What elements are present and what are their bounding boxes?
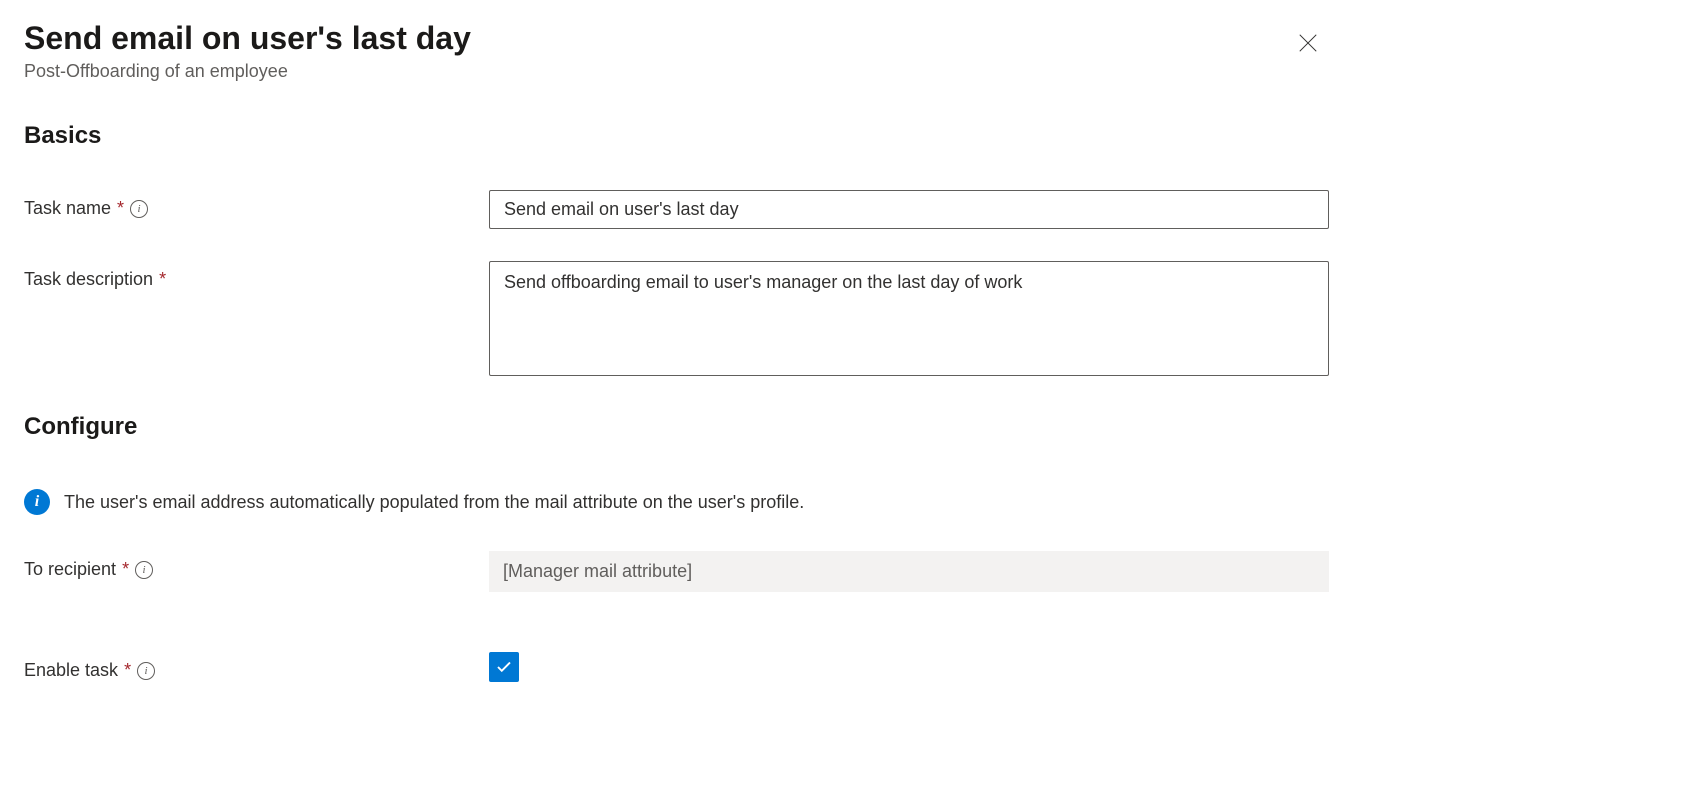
required-indicator: * — [124, 660, 131, 681]
page-title: Send email on user's last day — [24, 20, 1289, 57]
enable-task-checkbox[interactable] — [489, 652, 519, 682]
task-name-label: Task name — [24, 198, 111, 219]
close-button[interactable] — [1289, 24, 1327, 65]
to-recipient-label: To recipient — [24, 559, 116, 580]
page-subtitle: Post-Offboarding of an employee — [24, 61, 1289, 82]
task-description-input[interactable]: Send offboarding email to user's manager… — [489, 261, 1329, 376]
enable-task-label: Enable task — [24, 660, 118, 681]
close-icon — [1297, 32, 1319, 54]
required-indicator: * — [117, 198, 124, 219]
task-description-label: Task description — [24, 269, 153, 290]
to-recipient-input — [489, 551, 1329, 592]
task-name-input[interactable] — [489, 190, 1329, 229]
configure-heading: Configure — [24, 413, 1667, 441]
required-indicator: * — [122, 559, 129, 580]
required-indicator: * — [159, 269, 166, 290]
info-icon[interactable]: i — [137, 662, 155, 680]
basics-heading: Basics — [24, 122, 1667, 150]
info-icon[interactable]: i — [130, 200, 148, 218]
info-icon[interactable]: i — [135, 561, 153, 579]
info-banner-icon: i — [24, 489, 50, 515]
checkmark-icon — [495, 658, 513, 676]
info-banner-text: The user's email address automatically p… — [64, 492, 804, 513]
